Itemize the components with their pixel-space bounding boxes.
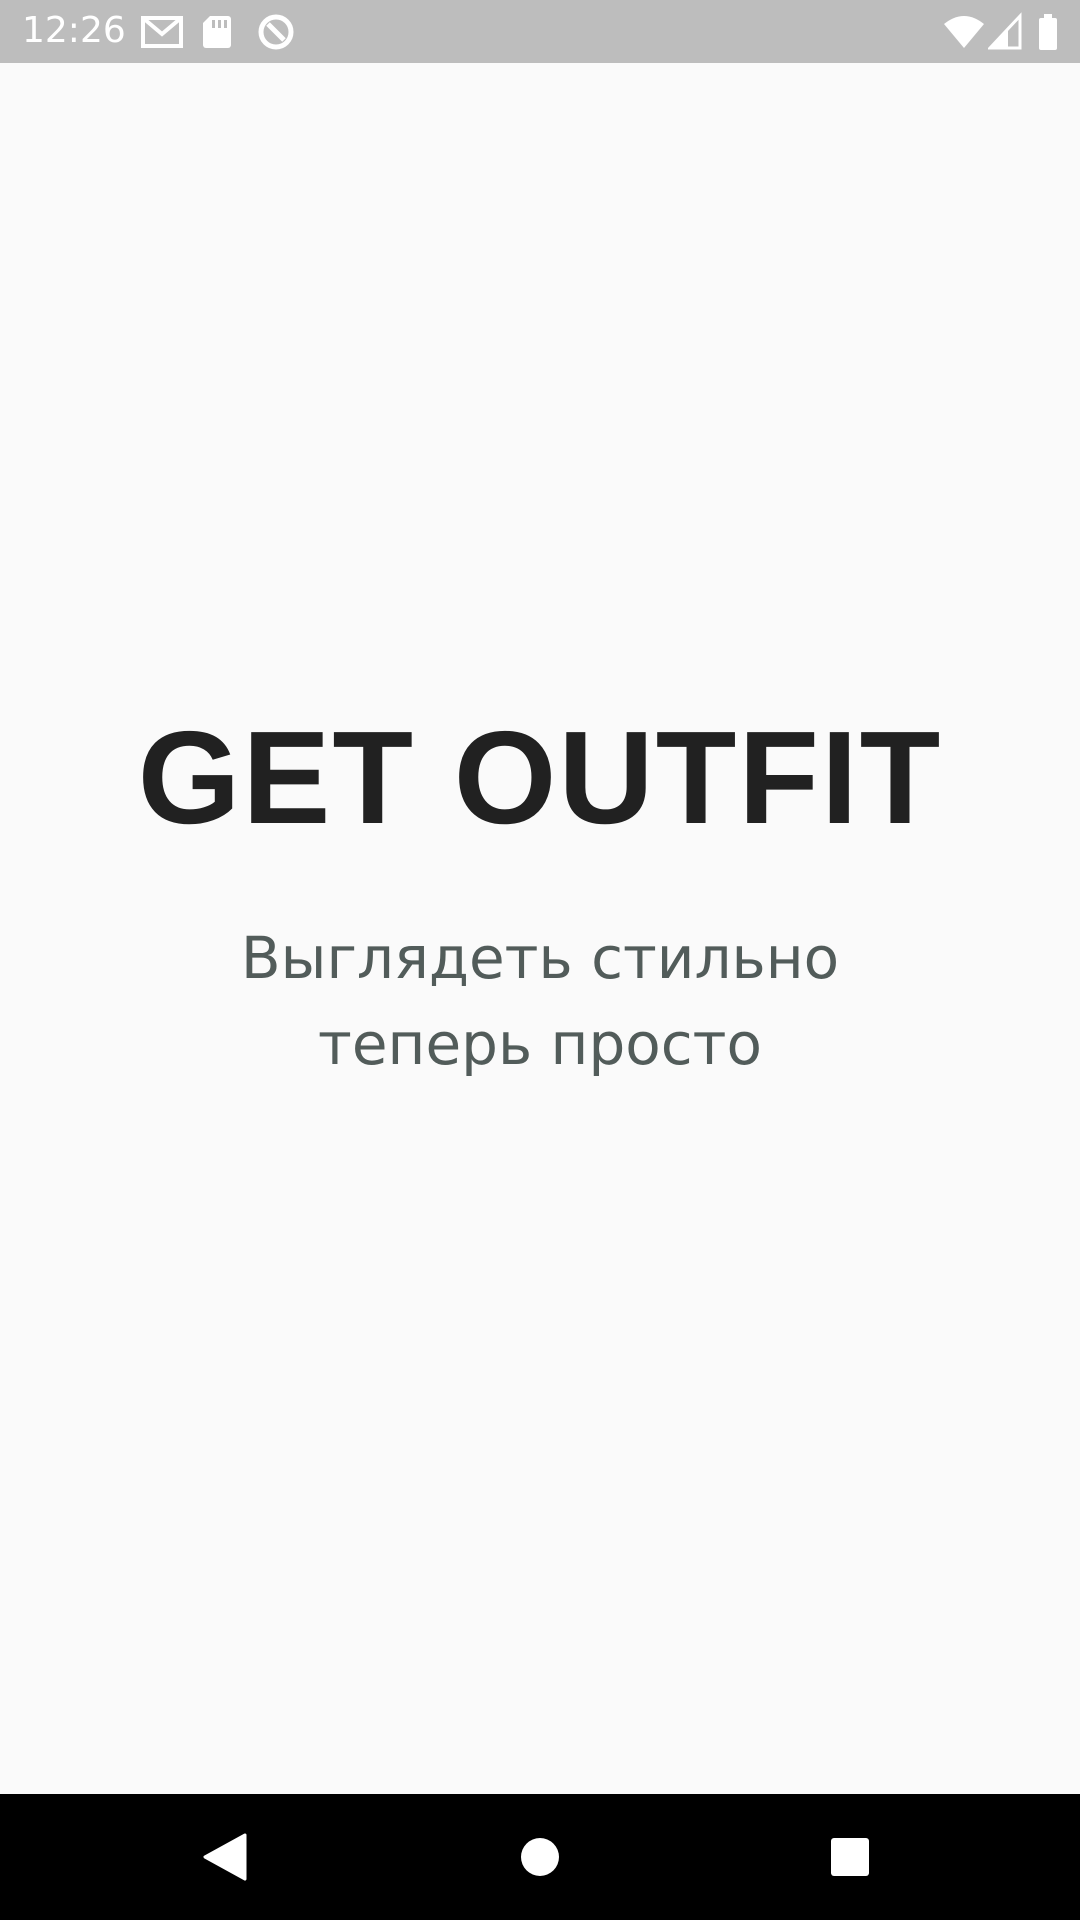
data-saver-icon <box>254 12 298 52</box>
status-time: 12:26 <box>22 10 126 51</box>
recents-icon[interactable] <box>820 1827 880 1887</box>
tagline: Выглядеть стильно теперь просто <box>0 915 1080 1087</box>
tagline-line-2: теперь просто <box>318 1010 762 1078</box>
wifi-icon <box>942 12 986 52</box>
splash-screen: 12:26 GET OUTFIT Выглядеть стильно тепер… <box>0 0 1080 1920</box>
splash-content: GET OUTFIT Выглядеть стильно теперь прос… <box>0 63 1080 1794</box>
tagline-line-1: Выглядеть стильно <box>240 924 840 992</box>
status-bar: 12:26 <box>0 0 1080 63</box>
app-title: GET OUTFIT <box>137 704 943 851</box>
cell-signal-icon <box>988 12 1022 52</box>
home-icon[interactable] <box>510 1827 570 1887</box>
battery-icon <box>1036 12 1060 52</box>
back-icon[interactable] <box>195 1827 255 1887</box>
sd-card-icon <box>200 12 234 52</box>
navigation-bar <box>0 1794 1080 1920</box>
gmail-icon <box>140 12 184 52</box>
